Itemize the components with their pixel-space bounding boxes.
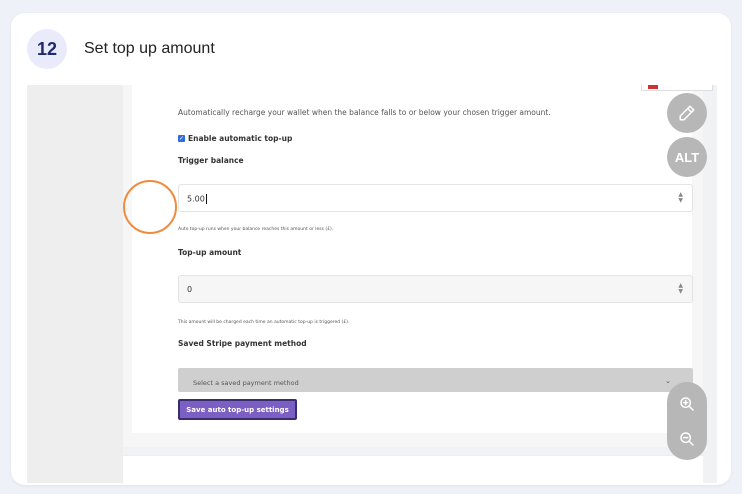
click-highlight-ring bbox=[123, 180, 177, 234]
text-caret bbox=[205, 194, 207, 204]
trigger-balance-input[interactable]: 5.00 ▲ ▼ bbox=[178, 184, 693, 212]
settings-panel: Automatically recharge your wallet when … bbox=[123, 85, 703, 447]
step-title: Set top up amount bbox=[84, 40, 215, 57]
payment-method-select[interactable]: Select a saved payment method ⌄ bbox=[178, 368, 693, 392]
zoom-in-button[interactable] bbox=[667, 384, 707, 423]
zoom-in-icon bbox=[680, 396, 694, 411]
alt-text-button[interactable]: ALT bbox=[667, 137, 707, 177]
topup-amount-hint: This amount will be charged each time an… bbox=[178, 320, 350, 325]
step-number-badge: 12 bbox=[27, 29, 67, 69]
topup-amount-label: Top-up amount bbox=[178, 248, 242, 257]
topup-amount-value: 0 bbox=[187, 285, 193, 294]
next-section-card bbox=[123, 455, 703, 483]
save-auto-topup-button[interactable]: Save auto top-up settings bbox=[178, 399, 297, 420]
language-selector[interactable] bbox=[641, 85, 713, 91]
trigger-balance-value: 5.00 bbox=[187, 194, 205, 204]
form-description: Automatically recharge your wallet when … bbox=[178, 108, 551, 117]
spinner-arrows-icon[interactable]: ▲ ▼ bbox=[678, 192, 683, 204]
left-sidebar-strip bbox=[27, 85, 123, 483]
step-card: 12 Set top up amount Automatically recha… bbox=[11, 13, 731, 485]
checkbox-checked-icon[interactable]: ✓ bbox=[178, 135, 185, 142]
zoom-controls bbox=[667, 382, 707, 460]
pencil-icon bbox=[679, 105, 695, 121]
enable-topup-label: Enable automatic top-up bbox=[188, 134, 293, 143]
topup-amount-input[interactable]: 0 ▲ ▼ bbox=[178, 275, 693, 303]
trigger-balance-hint: Auto top-up runs when your balance reach… bbox=[178, 227, 334, 232]
edit-button[interactable] bbox=[667, 93, 707, 133]
trigger-balance-label: Trigger balance bbox=[178, 156, 244, 165]
auto-topup-form: Automatically recharge your wallet when … bbox=[132, 85, 693, 433]
spinner-arrows-icon[interactable]: ▲ ▼ bbox=[678, 283, 683, 295]
payment-method-label: Saved Stripe payment method bbox=[178, 339, 307, 348]
enable-topup-checkbox-row[interactable]: ✓ Enable automatic top-up bbox=[178, 134, 292, 143]
flag-icon bbox=[648, 85, 658, 89]
zoom-out-button[interactable] bbox=[667, 419, 707, 458]
screenshot-area: Automatically recharge your wallet when … bbox=[27, 85, 717, 483]
zoom-out-icon bbox=[680, 431, 694, 446]
payment-method-placeholder: Select a saved payment method bbox=[193, 379, 299, 387]
